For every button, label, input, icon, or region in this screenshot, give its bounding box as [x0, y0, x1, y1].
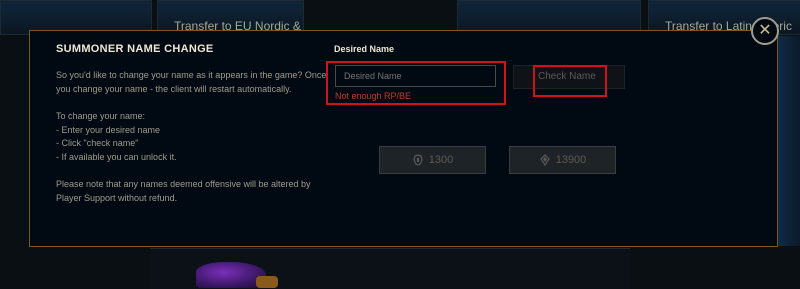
intro-text: So you'd like to change your name as it …: [56, 70, 327, 94]
unlock-rp-button[interactable]: 1300: [379, 146, 486, 174]
close-icon[interactable]: ✕: [751, 17, 779, 45]
notice-text: Please note that any names deemed offens…: [56, 179, 311, 203]
rp-currency-icon: [413, 154, 423, 166]
rp-price: 1300: [428, 154, 454, 166]
annotation-highlight-box: [326, 61, 506, 105]
desired-name-label: Desired Name: [334, 44, 395, 54]
dialog-title: SUMMONER NAME CHANGE: [56, 43, 214, 55]
be-currency-icon: [539, 154, 550, 166]
instructions-text: To change your name: - Enter your desire…: [56, 111, 177, 162]
unlock-be-button[interactable]: 13900: [509, 146, 616, 174]
dialog-description: So you'd like to change your name as it …: [56, 69, 336, 219]
background-item-art: [256, 276, 278, 288]
annotation-highlight-box: [533, 65, 607, 97]
summoner-name-change-dialog: SUMMONER NAME CHANGE So you'd like to ch…: [29, 30, 778, 247]
be-price: 13900: [555, 154, 587, 166]
